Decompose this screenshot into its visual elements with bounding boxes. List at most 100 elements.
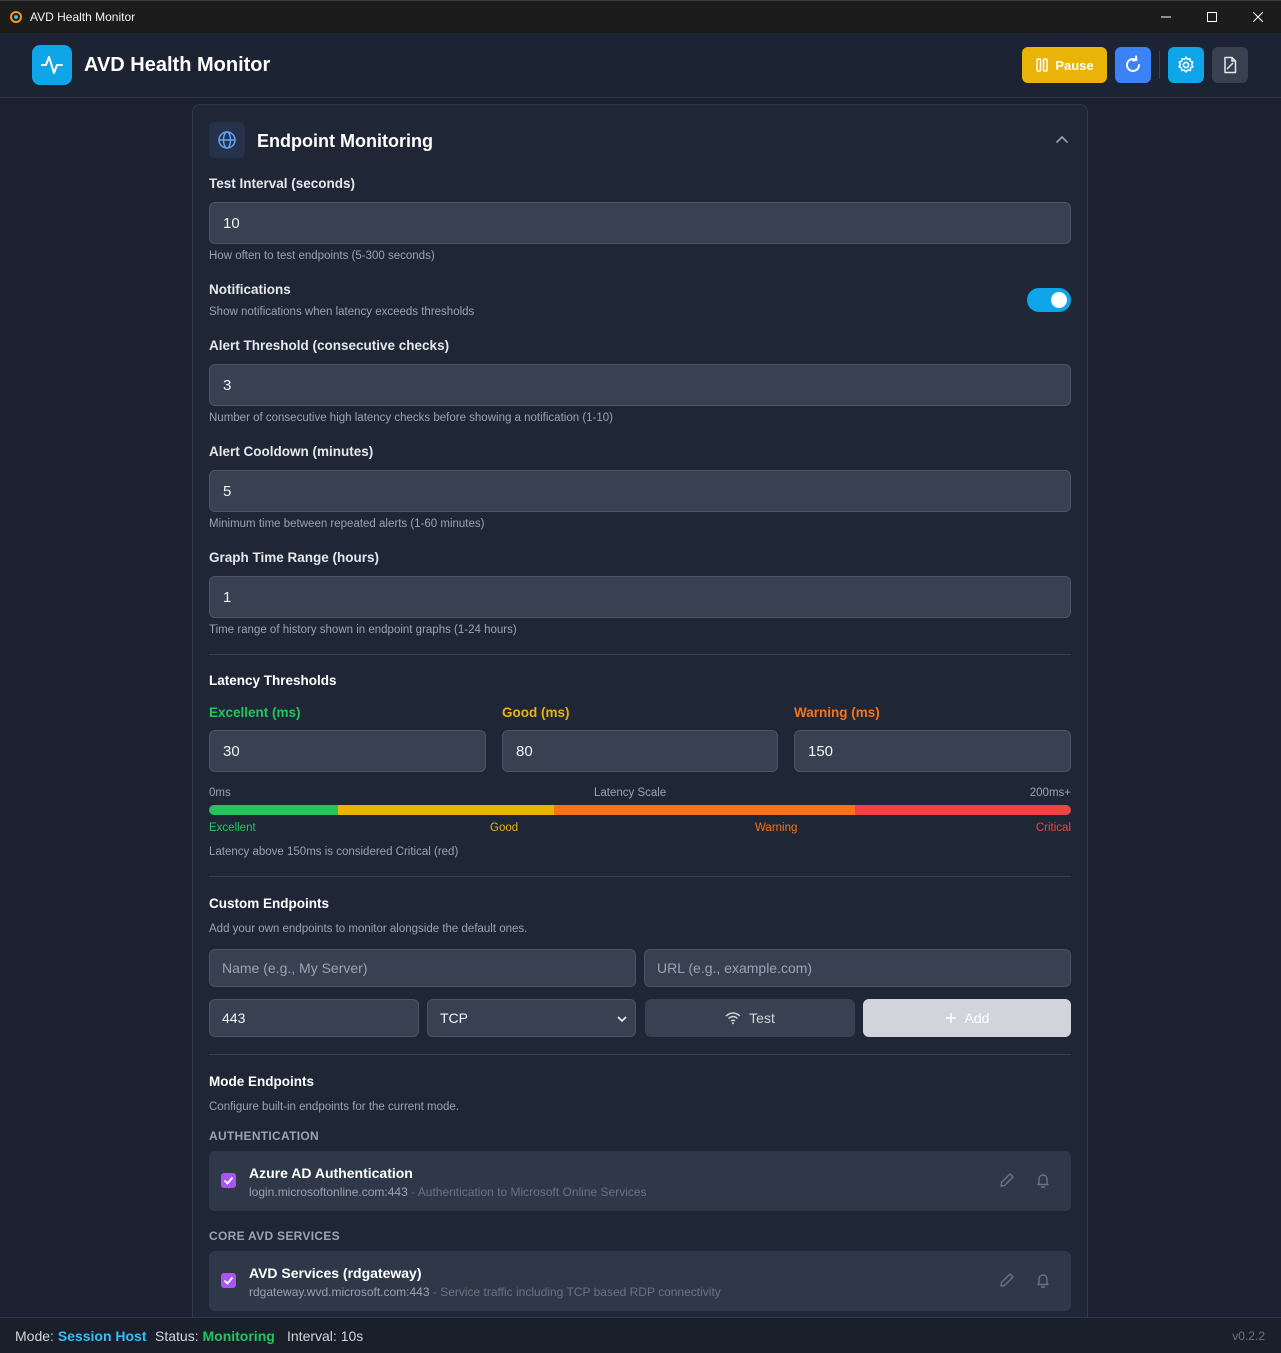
mode-label: Mode: xyxy=(15,1328,54,1344)
custom-endpoints-subtitle: Add your own endpoints to monitor alongs… xyxy=(209,923,528,935)
gear-icon xyxy=(1178,56,1194,73)
panel-title: Endpoint Monitoring xyxy=(257,131,433,151)
latency-note: Latency above 150ms is considered Critic… xyxy=(209,846,459,858)
endpoint-url-input[interactable]: URL (e.g., example.com) xyxy=(644,949,1071,987)
alert-cooldown-input[interactable]: 5 xyxy=(209,470,1071,512)
alert-threshold-label: Alert Threshold (consecutive checks) xyxy=(209,338,450,353)
export-report-button[interactable] xyxy=(1212,47,1248,83)
pause-icon xyxy=(1036,58,1049,72)
bell-icon[interactable] xyxy=(1035,1272,1051,1288)
pencil-icon[interactable] xyxy=(999,1272,1015,1288)
window-titlebar: AVD Health Monitor xyxy=(0,0,1281,33)
scale-excellent-label: Excellent xyxy=(209,822,256,834)
app-logo xyxy=(32,45,72,85)
add-label: Add xyxy=(964,1010,990,1026)
refresh-icon xyxy=(1126,55,1140,72)
mode-status: Mode: Session Host xyxy=(15,1328,147,1344)
good-label: Good (ms) xyxy=(502,705,570,720)
close-icon xyxy=(1253,12,1263,22)
mode-endpoints-subtitle: Configure built-in endpoints for the cur… xyxy=(209,1101,459,1113)
status-label: Status: xyxy=(155,1328,199,1344)
test-endpoint-button[interactable]: Test xyxy=(645,999,855,1037)
toggle-knob xyxy=(1051,292,1067,308)
scale-warning-label: Warning xyxy=(755,822,798,834)
globe-icon xyxy=(209,122,245,158)
file-export-icon xyxy=(1224,56,1237,74)
maximize-button[interactable] xyxy=(1189,1,1235,33)
endpoint-url: rdgateway.wvd.microsoft.com:443 xyxy=(249,1285,430,1299)
notifications-hint: Show notifications when latency exceeds … xyxy=(209,306,475,318)
wifi-icon xyxy=(725,1012,741,1025)
alert-threshold-input[interactable]: 3 xyxy=(209,364,1071,406)
checkmark-icon xyxy=(223,1176,234,1185)
latency-scale-bar xyxy=(209,805,1071,815)
endpoint-port-input[interactable]: 443 xyxy=(209,999,419,1037)
minimize-button[interactable] xyxy=(1143,1,1189,33)
excellent-input[interactable]: 30 xyxy=(209,730,486,772)
latency-thresholds-title: Latency Thresholds xyxy=(209,673,337,688)
add-endpoint-button[interactable]: Add xyxy=(863,999,1071,1037)
endpoint-protocol-select[interactable]: TCP xyxy=(427,999,636,1037)
test-interval-hint: How often to test endpoints (5-300 secon… xyxy=(209,250,435,262)
scale-critical-label: Critical xyxy=(1035,822,1071,834)
chevron-down-icon xyxy=(617,1016,627,1023)
scale-segment-excellent xyxy=(209,805,338,815)
pause-button[interactable]: Pause xyxy=(1022,47,1107,83)
custom-endpoints-title: Custom Endpoints xyxy=(209,896,329,911)
endpoint-name-input[interactable]: Name (e.g., My Server) xyxy=(209,949,636,987)
window-title: AVD Health Monitor xyxy=(30,10,136,24)
endpoint-name: AVD Services (rdgateway) xyxy=(249,1265,422,1281)
warning-input[interactable]: 150 xyxy=(794,730,1071,772)
graph-range-input[interactable]: 1 xyxy=(209,576,1071,618)
mode-endpoints-title: Mode Endpoints xyxy=(209,1074,314,1089)
alert-cooldown-label: Alert Cooldown (minutes) xyxy=(209,444,374,459)
endpoint-name: Azure AD Authentication xyxy=(249,1165,413,1181)
scale-max-label: 200ms+ xyxy=(1029,787,1071,799)
endpoint-checkbox[interactable] xyxy=(221,1173,236,1188)
endpoint-url: login.microsoftonline.com:443 xyxy=(249,1185,408,1199)
scale-segment-good xyxy=(338,805,554,815)
good-input[interactable]: 80 xyxy=(502,730,778,772)
mode-value: Session Host xyxy=(57,1328,147,1344)
warning-label: Warning (ms) xyxy=(794,705,880,720)
excellent-label: Excellent (ms) xyxy=(209,705,301,720)
minimize-icon xyxy=(1161,16,1171,18)
pencil-icon[interactable] xyxy=(999,1172,1015,1188)
status-value: Monitoring xyxy=(202,1328,275,1344)
settings-button[interactable] xyxy=(1168,47,1204,83)
notifications-toggle[interactable] xyxy=(1027,288,1071,312)
test-interval-label: Test Interval (seconds) xyxy=(209,176,356,191)
close-button[interactable] xyxy=(1235,1,1281,33)
notifications-label: Notifications xyxy=(209,282,291,297)
scale-segment-critical xyxy=(855,805,1071,815)
refresh-button[interactable] xyxy=(1115,47,1151,83)
checkmark-icon xyxy=(223,1276,234,1285)
divider xyxy=(209,876,1071,877)
endpoint-card: AVD Services (rdgateway) rdgateway.wvd.m… xyxy=(209,1251,1071,1311)
chevron-up-icon[interactable] xyxy=(1055,133,1069,147)
scale-segment-warning xyxy=(554,805,855,815)
alert-threshold-hint: Number of consecutive high latency check… xyxy=(209,412,613,424)
alert-cooldown-hint: Minimum time between repeated alerts (1-… xyxy=(209,518,485,530)
bell-icon[interactable] xyxy=(1035,1172,1051,1188)
plus-icon xyxy=(945,1013,956,1023)
divider xyxy=(209,654,1071,655)
pause-label: Pause xyxy=(1055,57,1094,73)
activity-icon xyxy=(41,56,63,74)
app-title: AVD Health Monitor xyxy=(84,54,271,76)
endpoint-url-line: rdgateway.wvd.microsoft.com:443 - Servic… xyxy=(249,1285,721,1299)
endpoint-description: - Service traffic including TCP based RD… xyxy=(432,1285,721,1299)
endpoint-card: Azure AD Authentication login.microsofto… xyxy=(209,1151,1071,1211)
graph-range-label: Graph Time Range (hours) xyxy=(209,550,380,565)
version-label: v0.2.2 xyxy=(1232,1329,1265,1343)
app-icon xyxy=(10,11,22,23)
status-bar: Mode: Session Host Status: Monitoring In… xyxy=(0,1317,1281,1353)
endpoint-description: - Authentication to Microsoft Online Ser… xyxy=(411,1185,647,1199)
endpoint-monitoring-panel: Endpoint Monitoring Test Interval (secon… xyxy=(192,104,1088,1324)
monitoring-status: Status: Monitoring xyxy=(155,1328,275,1344)
test-interval-input[interactable]: 10 xyxy=(209,202,1071,244)
graph-range-hint: Time range of history shown in endpoint … xyxy=(209,624,517,636)
endpoint-url-line: login.microsoftonline.com:443 - Authenti… xyxy=(249,1185,647,1199)
divider xyxy=(209,1054,1071,1055)
endpoint-checkbox[interactable] xyxy=(221,1273,236,1288)
